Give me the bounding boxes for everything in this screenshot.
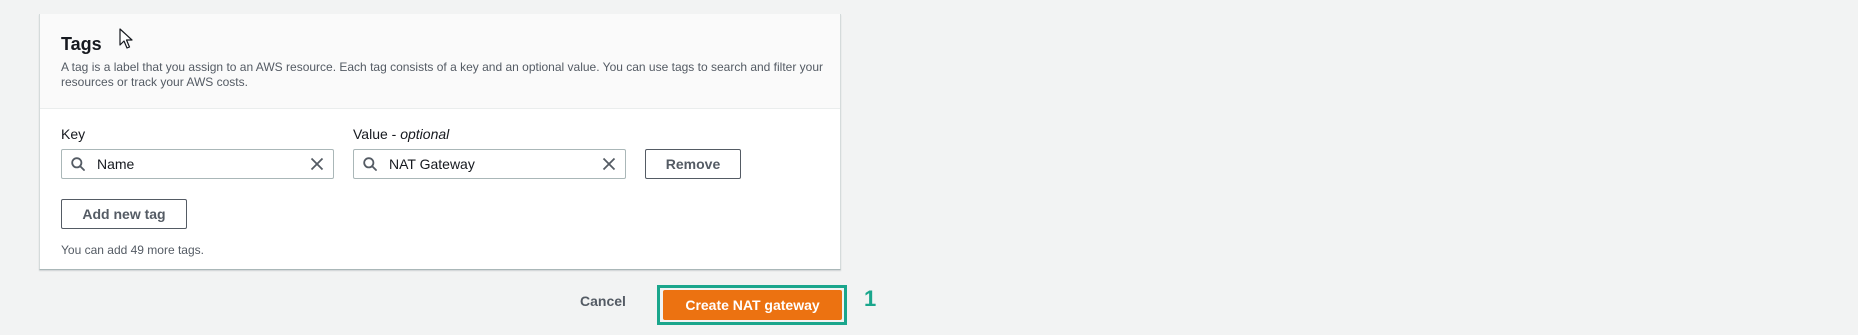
value-label-optional: optional — [400, 126, 450, 142]
tag-key-value: Name — [97, 156, 135, 172]
tags-description: A tag is a label that you assign to an A… — [61, 60, 824, 89]
key-label: Key — [61, 126, 86, 142]
value-label-text: Value - — [353, 126, 401, 142]
clear-icon[interactable] — [601, 156, 617, 172]
tag-key-input[interactable]: Name — [61, 149, 334, 179]
tag-value-value: NAT Gateway — [389, 156, 475, 172]
tags-title: Tags — [61, 34, 102, 54]
search-icon — [363, 157, 377, 171]
create-nat-gateway-button[interactable]: Create NAT gateway — [663, 290, 842, 320]
remaining-tags-hint: You can add 49 more tags. — [61, 243, 204, 257]
mouse-cursor-icon — [119, 28, 133, 49]
cancel-button[interactable]: Cancel — [580, 293, 626, 309]
search-icon — [71, 157, 85, 171]
step-marker: 1 — [864, 286, 877, 311]
tag-value-input[interactable]: NAT Gateway — [353, 149, 626, 179]
add-new-tag-button[interactable]: Add new tag — [61, 199, 187, 229]
tags-panel: Tags A tag is a label that you assign to… — [39, 14, 841, 270]
value-label: Value - optional — [353, 126, 449, 142]
clear-icon[interactable] — [309, 156, 325, 172]
remove-tag-button[interactable]: Remove — [645, 149, 741, 179]
tags-panel-header: Tags A tag is a label that you assign to… — [40, 14, 840, 109]
